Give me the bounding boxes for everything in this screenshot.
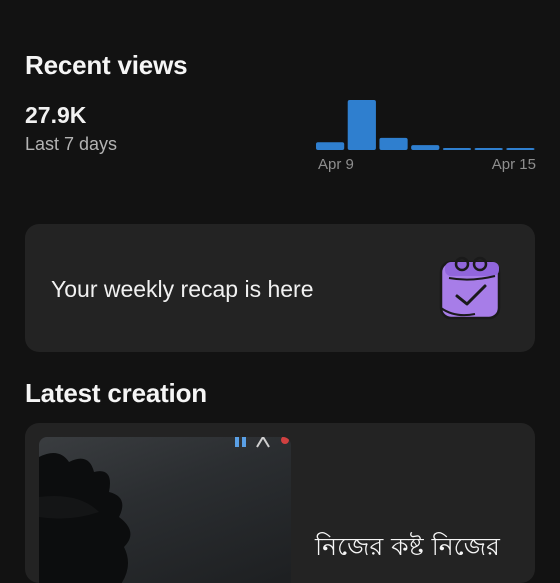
bar-apr-13[interactable] (442, 148, 472, 150)
bar-apr-15[interactable] (506, 148, 535, 150)
latest-creation-card[interactable]: নিজের কষ্ট নিজের (25, 423, 535, 583)
recent-views-title: Recent views (25, 50, 188, 80)
video-thumbnail[interactable] (39, 437, 291, 583)
bar-apr-9[interactable] (316, 142, 345, 150)
bar-apr-14[interactable] (474, 148, 503, 150)
views-bar-chart[interactable]: Apr 9 Apr 15 (316, 92, 538, 176)
tick-label-start: Apr 9 (318, 156, 354, 173)
calendar-check-icon (439, 256, 501, 320)
views-count: 27.9K (25, 102, 87, 128)
bar-apr-11[interactable] (379, 137, 408, 150)
tick-label-end: Apr 15 (492, 156, 536, 173)
weekly-recap-text: Your weekly recap is here (51, 276, 314, 302)
latest-creation-title: Latest creation (25, 378, 207, 408)
tree-silhouette-image (39, 437, 289, 583)
views-period: Last 7 days (25, 134, 118, 154)
creation-caption: নিজের কষ্ট নিজের (315, 532, 500, 561)
weekly-recap-card[interactable]: Your weekly recap is here (25, 224, 535, 352)
bar-apr-10[interactable] (347, 100, 376, 150)
bar-apr-12[interactable] (411, 145, 440, 150)
